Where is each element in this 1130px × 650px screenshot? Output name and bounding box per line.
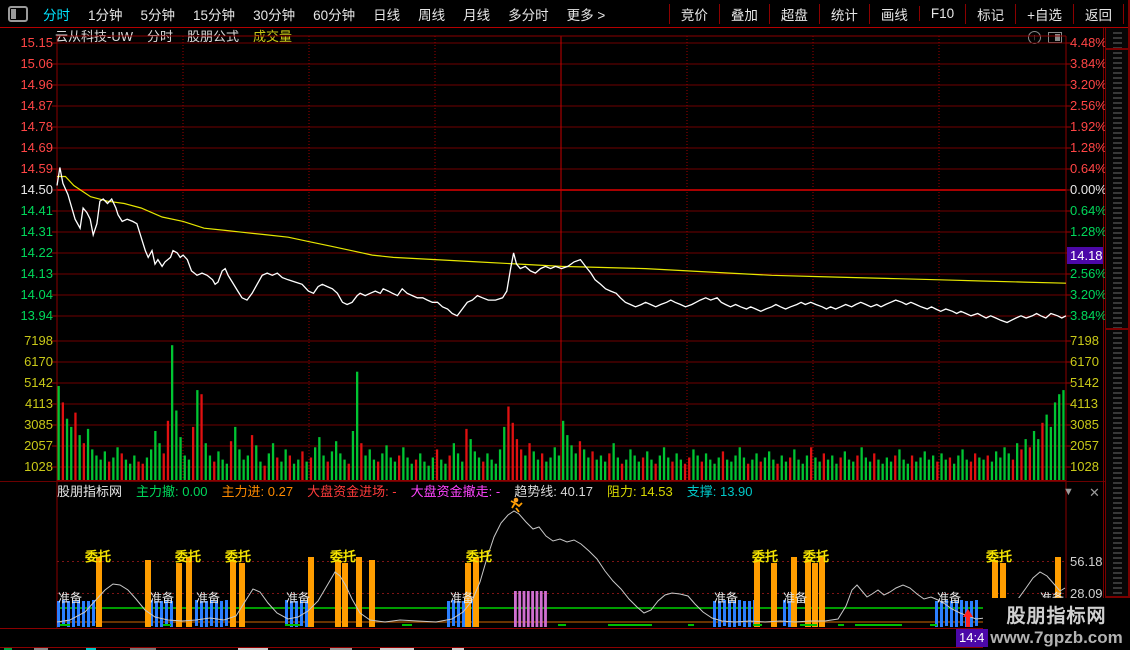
right-side-tab-strip[interactable] [1105, 28, 1128, 650]
right-strip-text [1113, 32, 1122, 642]
current-time-tag: 14:4 [956, 629, 988, 647]
trading-app-window: 分时1分钟5分钟15分钟30分钟60分钟日线周线月线多分时更多 > 竞价叠加超盘… [0, 0, 1130, 650]
strip-divider [1106, 48, 1129, 50]
trend-line [57, 511, 1065, 622]
grid-lines [52, 36, 1071, 480]
indicator-header: 股朋指标网 主力撤: 0.00 主力进: 0.27 大盘资金进场: - 大盘资金撤走:… [57, 483, 753, 498]
watermark-title: 股朋指标网 [1006, 601, 1106, 628]
pane-borders [0, 28, 1128, 650]
indicator-stat-1: 主力进: 0.27 [222, 481, 294, 500]
indicator-dropdown-icon[interactable]: ▼ [1063, 486, 1074, 498]
watermark: 股朋指标网 www.7gpzb.com [983, 598, 1130, 650]
indicator-stat-6: 支撑: 13.90 [687, 481, 753, 500]
current-price-tag: 14.18 [1067, 247, 1103, 264]
entrust-bars [96, 557, 1061, 627]
indicator-stat-2: 大盘资金进场: - [307, 481, 397, 500]
indicator-close-icon[interactable]: ✕ [1089, 485, 1100, 501]
watermark-url: www.7gpzb.com [990, 628, 1123, 648]
chart-canvas [0, 0, 1130, 650]
indicator-stat-0: 主力撤: 0.00 [136, 481, 208, 500]
indicator-title: 股朋指标网 [57, 481, 122, 500]
strip-divider [1106, 328, 1129, 330]
indicator-stat-3: 大盘资金撤走: - [411, 481, 501, 500]
indicator-stat-5: 阻力: 14.53 [607, 481, 673, 500]
ready-bar-groups [57, 600, 1065, 627]
indicator-stat-4: 趋势线: 40.17 [514, 481, 593, 500]
